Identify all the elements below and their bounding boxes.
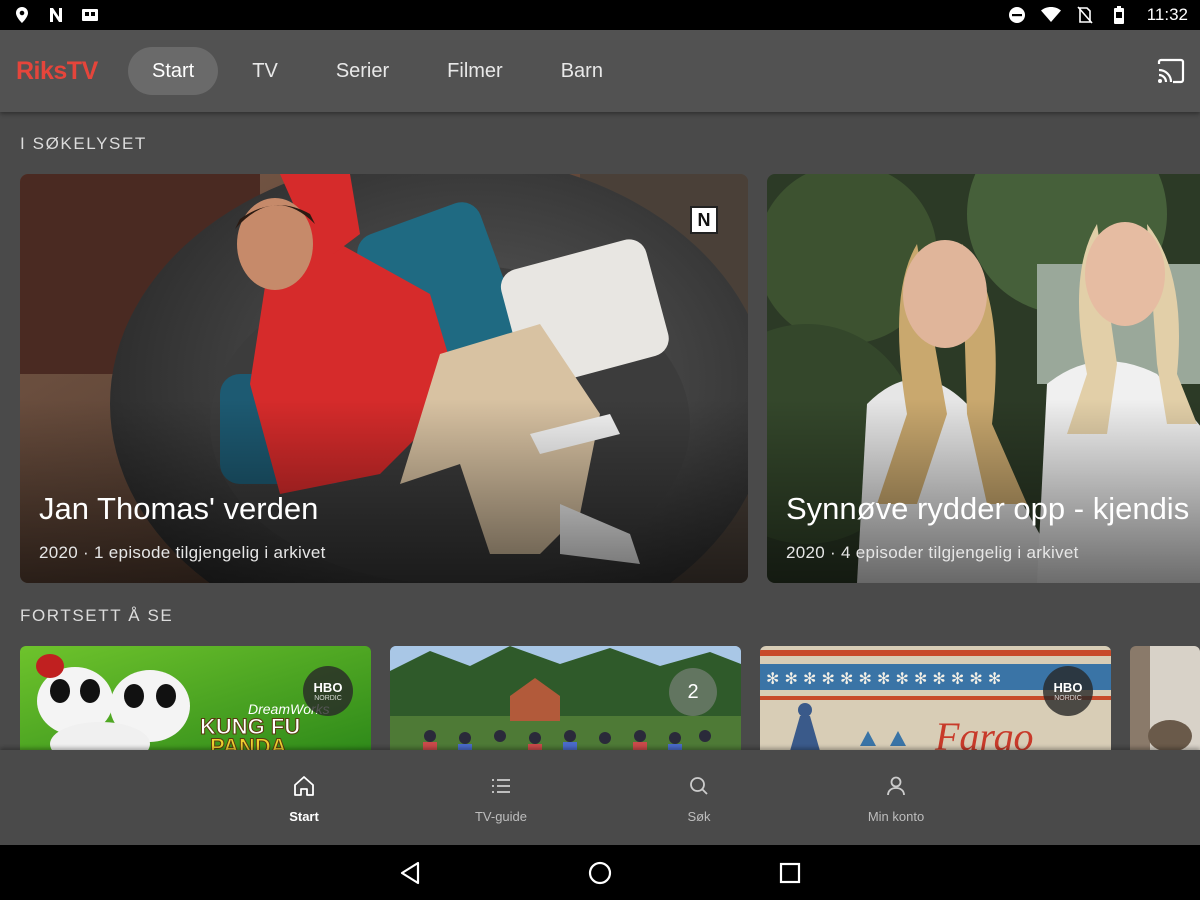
- tab-serier[interactable]: Serier: [312, 47, 413, 95]
- system-navigation-bar: [0, 845, 1200, 900]
- spotlight-card[interactable]: Synnøve rydder opp - kjendis 2020 · 4 ep…: [767, 174, 1200, 583]
- bottom-nav-label: TV-guide: [474, 809, 528, 824]
- svg-text:PANDA: PANDA: [210, 734, 287, 751]
- spotlight-card-title: Synnøve rydder opp - kjendis: [786, 491, 1190, 526]
- svg-text:Fargo: Fargo: [934, 714, 1034, 751]
- episode-count-badge: 2: [669, 668, 717, 716]
- section-title-spotlight: I SØKELYSET: [20, 134, 147, 153]
- list-icon: [489, 774, 513, 803]
- no-sim-icon: [1075, 5, 1095, 25]
- provider-sub-label: NORDIC: [1054, 695, 1082, 702]
- spotlight-card[interactable]: N Jan Thomas' verden 2020 · 1 episode ti…: [20, 174, 748, 583]
- tab-start[interactable]: Start: [128, 47, 219, 95]
- search-icon: [687, 774, 711, 803]
- wifi-icon: [1040, 5, 1061, 25]
- riks-tv-logo[interactable]: RiksTV: [16, 57, 126, 86]
- bottom-nav-label: Søk: [687, 809, 711, 824]
- bottom-nav-tv-guide[interactable]: TV-guide: [441, 774, 561, 824]
- provider-label: HBO: [1053, 680, 1083, 695]
- battery-icon: [1109, 5, 1129, 25]
- home-button-icon[interactable]: [586, 859, 614, 887]
- notification-n-icon: [46, 5, 66, 25]
- status-left-icons: [12, 5, 100, 25]
- continue-item-kung-fu-panda[interactable]: DreamWorks KUNG FU PANDA HBO NORDIC: [20, 646, 371, 751]
- provider-label: HBO: [313, 680, 343, 695]
- status-time: 11:32: [1146, 5, 1188, 24]
- status-right-icons: 11:32: [1007, 5, 1188, 25]
- person-icon: [884, 774, 908, 803]
- tab-barn[interactable]: Barn: [537, 47, 627, 95]
- minus-circle-icon: [1007, 5, 1027, 25]
- bottom-nav-search[interactable]: Søk: [639, 774, 759, 824]
- hbo-nordic-badge: HBO NORDIC: [303, 666, 353, 716]
- location-icon: [12, 5, 32, 25]
- status-bar: 11:32: [0, 0, 1200, 30]
- back-icon[interactable]: [396, 859, 424, 887]
- tab-tv[interactable]: TV: [228, 47, 302, 95]
- spotlight-card-meta: 2020 · 4 episoder tilgjengelig i arkivet: [786, 543, 1079, 562]
- cast-icon[interactable]: [1156, 56, 1186, 86]
- continue-item-partial[interactable]: [1130, 646, 1200, 751]
- continue-item-farmen[interactable]: 2: [390, 646, 741, 751]
- section-title-continue-watching: FORTSETT Å SE: [20, 606, 174, 625]
- provider-sub-label: NORDIC: [314, 695, 342, 702]
- message-icon: [80, 5, 100, 25]
- svg-text:✻ ✻ ✻ ✻ ✻ ✻ ✻ ✻ ✻ ✻ ✻ ✻ ✻: ✻ ✻ ✻ ✻ ✻ ✻ ✻ ✻ ✻ ✻ ✻ ✻ ✻: [766, 669, 1001, 688]
- recent-apps-icon[interactable]: [776, 859, 804, 887]
- home-icon: [292, 774, 316, 803]
- hbo-nordic-badge: HBO NORDIC: [1043, 666, 1093, 716]
- spotlight-card-meta: 2020 · 1 episode tilgjengelig i arkivet: [39, 543, 326, 562]
- main-tabs: Start TV Serier Filmer Barn: [128, 47, 637, 95]
- bottom-nav-label: Min konto: [867, 809, 925, 824]
- continue-item-fargo[interactable]: ✻ ✻ ✻ ✻ ✻ ✻ ✻ ✻ ✻ ✻ ✻ ✻ ✻ Fargo HBO NORD…: [760, 646, 1111, 751]
- channel-n-badge: N: [690, 206, 718, 234]
- bottom-nav-label: Start: [289, 809, 319, 824]
- tab-filmer[interactable]: Filmer: [423, 47, 527, 95]
- bottom-nav-account[interactable]: Min konto: [836, 774, 956, 824]
- app-content: RiksTV Start TV Serier Filmer Barn I SØK…: [0, 30, 1200, 845]
- top-navigation-bar: RiksTV Start TV Serier Filmer Barn: [0, 30, 1200, 112]
- bottom-navigation: Start TV-guide Søk Min konto: [0, 750, 1200, 845]
- bottom-nav-start[interactable]: Start: [244, 774, 364, 824]
- spotlight-card-title: Jan Thomas' verden: [39, 491, 319, 526]
